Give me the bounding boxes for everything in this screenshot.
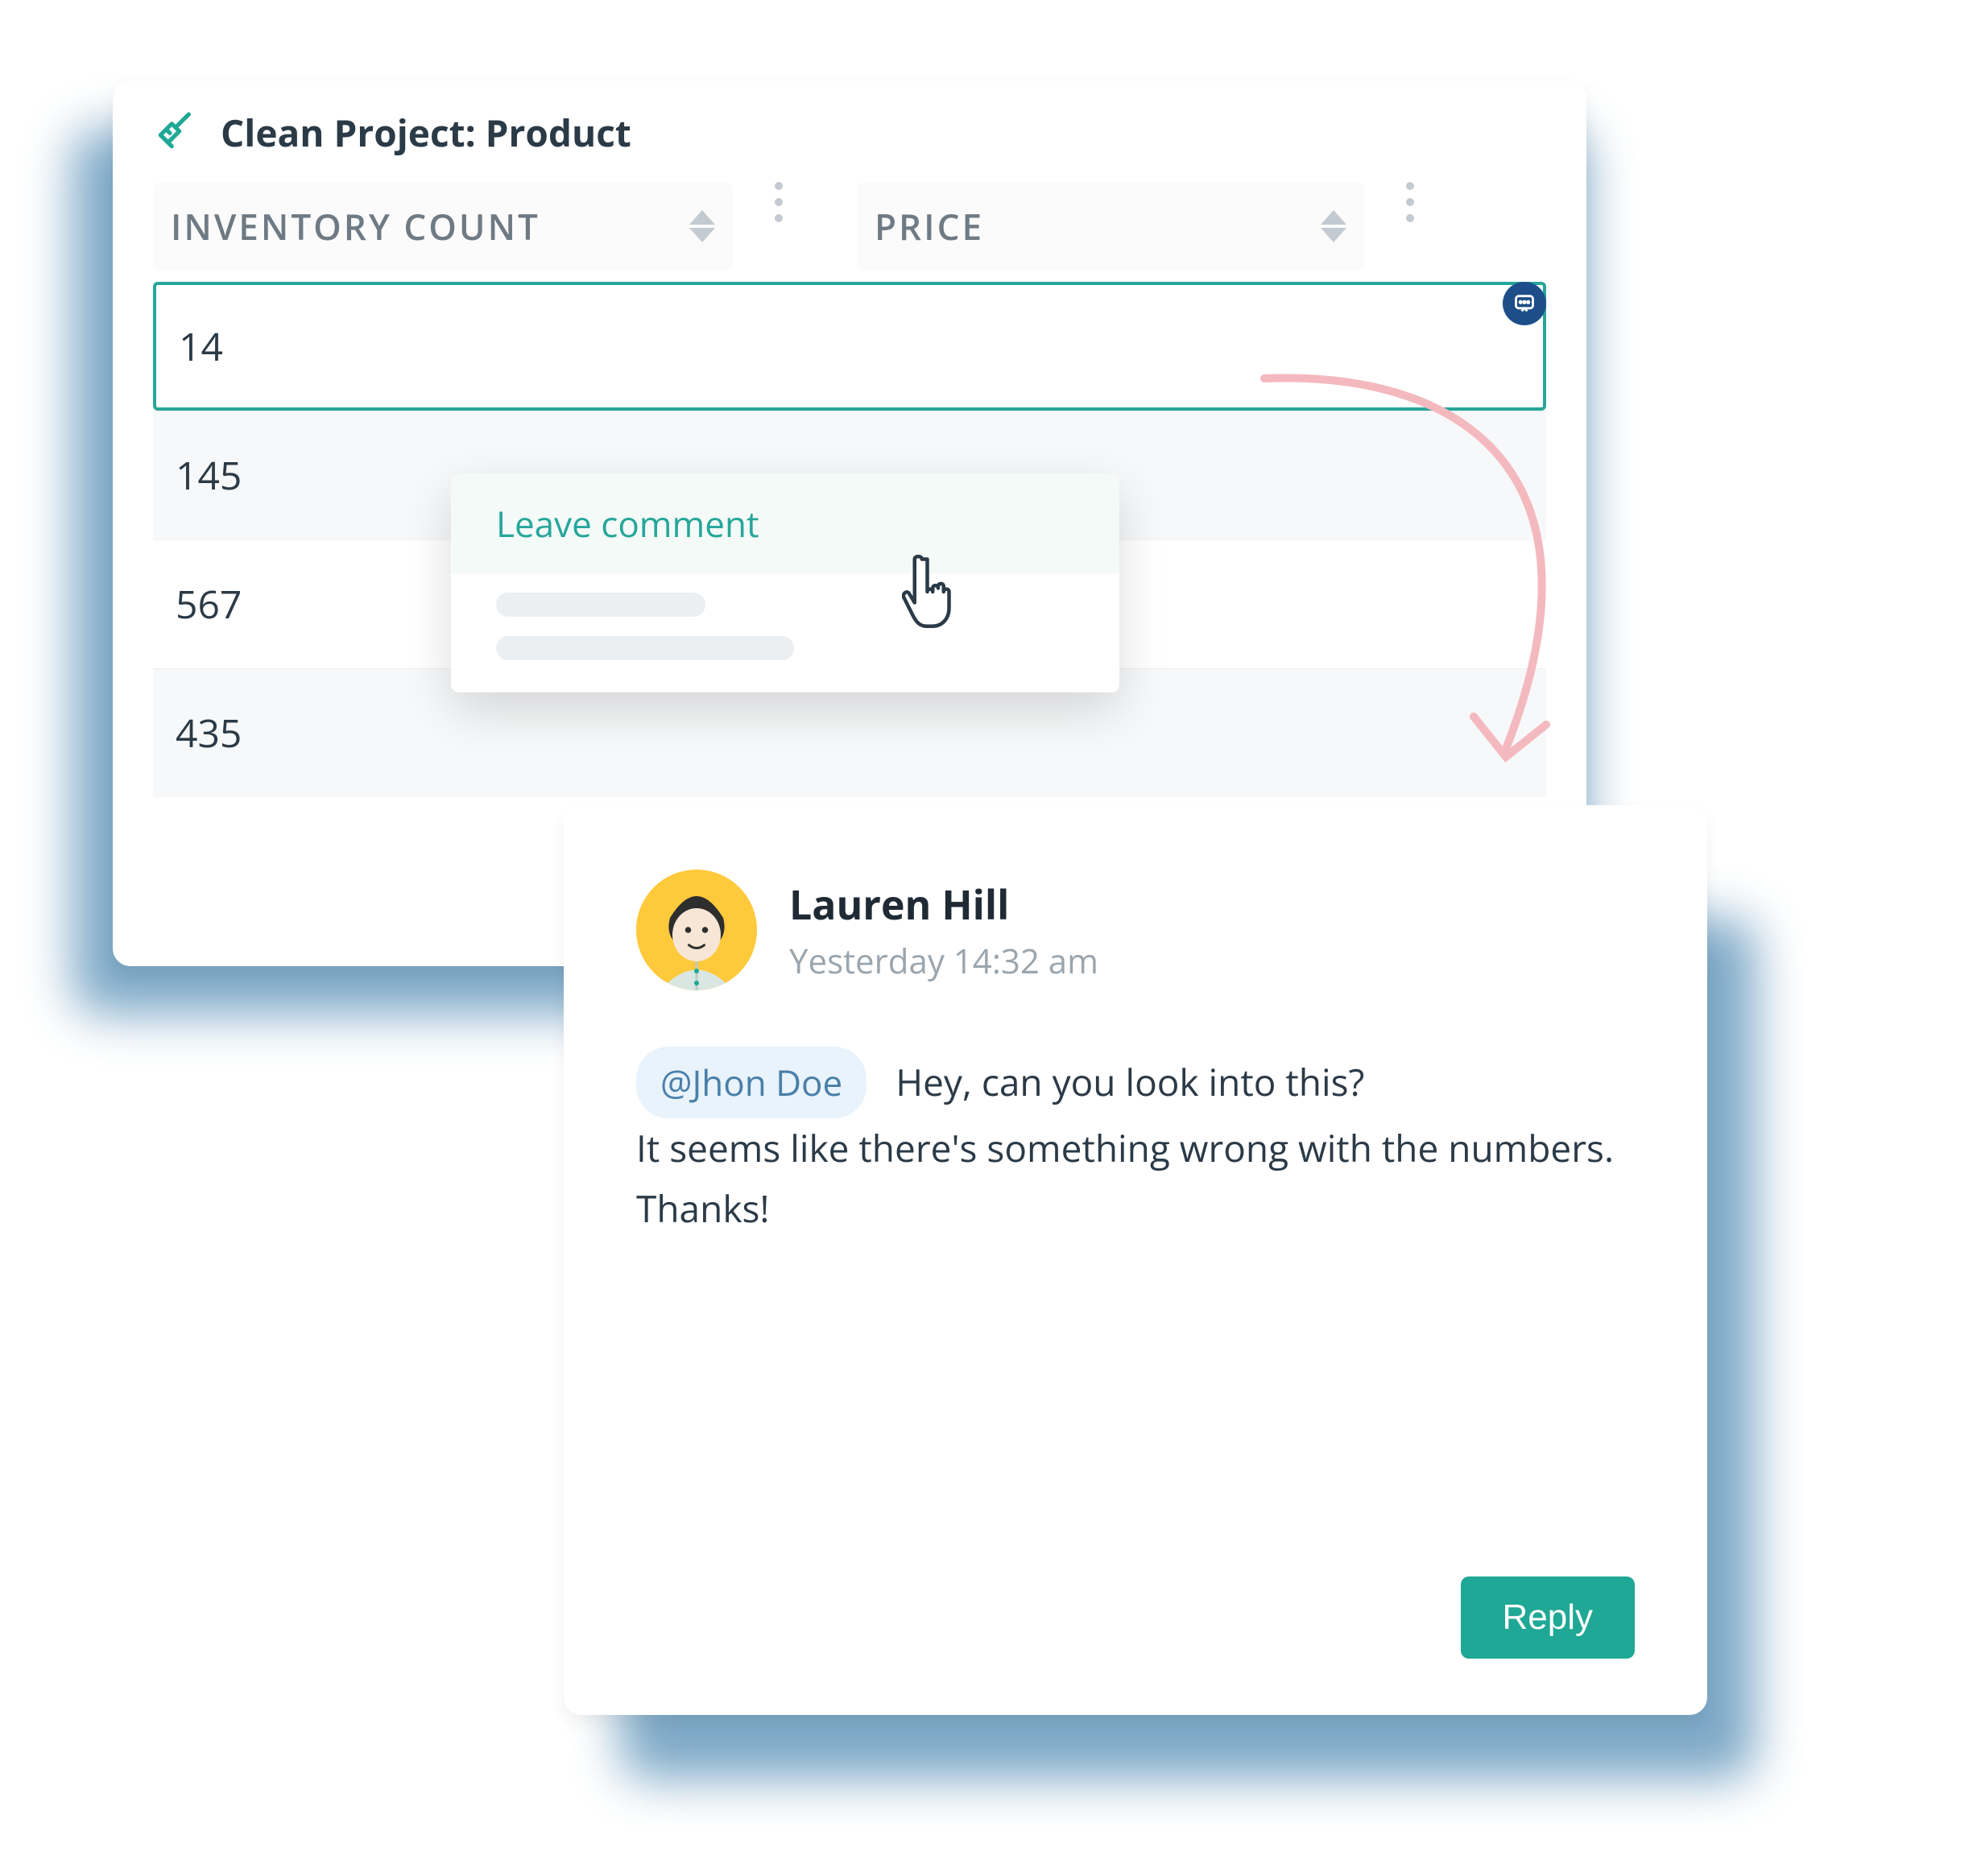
menu-item-placeholder: [496, 593, 705, 617]
cell-value: 567: [176, 578, 242, 630]
comment-header: Lauren Hill Yesterday 14:32 am: [636, 870, 1635, 990]
column-header-price[interactable]: PRICE: [857, 182, 1364, 271]
comment-author: Lauren Hill: [789, 877, 1098, 932]
comment-text: It seems like there's something wrong wi…: [636, 1123, 1614, 1173]
pointer-cursor-icon: [902, 548, 974, 640]
column-header-inventory[interactable]: INVENTORY COUNT: [153, 182, 733, 271]
comment-text: Hey, can you look into this?: [895, 1057, 1364, 1107]
kebab-icon[interactable]: [760, 182, 797, 271]
mention-chip[interactable]: @Jhon Doe: [636, 1047, 866, 1118]
cell-value: 435: [176, 707, 242, 759]
card-header: Clean Project: Product: [113, 81, 1586, 182]
card-title: Clean Project: Product: [221, 108, 631, 158]
reply-button[interactable]: Reply: [1461, 1576, 1636, 1659]
menu-item-leave-comment[interactable]: Leave comment: [451, 473, 1119, 573]
comment-text: Thanks!: [636, 1184, 770, 1233]
column-label: PRICE: [875, 202, 984, 250]
column-headers: INVENTORY COUNT PRICE: [113, 182, 1586, 282]
comment-card: Lauren Hill Yesterday 14:32 am @Jhon Doe…: [564, 805, 1707, 1715]
comment-body: @Jhon Doe Hey, can you look into this? I…: [636, 1047, 1635, 1240]
sort-icon[interactable]: [689, 210, 715, 242]
column-label: INVENTORY COUNT: [171, 202, 540, 250]
sort-icon[interactable]: [1321, 210, 1346, 242]
cell-value: 14: [179, 320, 223, 373]
avatar: [636, 870, 757, 990]
kebab-icon[interactable]: [1392, 182, 1429, 271]
flow-arrow-icon: [1232, 346, 1651, 801]
cell-value: 145: [176, 449, 242, 502]
broom-icon: [153, 109, 198, 158]
comment-icon[interactable]: [1503, 282, 1546, 325]
comment-timestamp: Yesterday 14:32 am: [789, 938, 1098, 984]
menu-item-placeholder: [496, 636, 794, 660]
context-menu: Leave comment: [451, 473, 1119, 692]
